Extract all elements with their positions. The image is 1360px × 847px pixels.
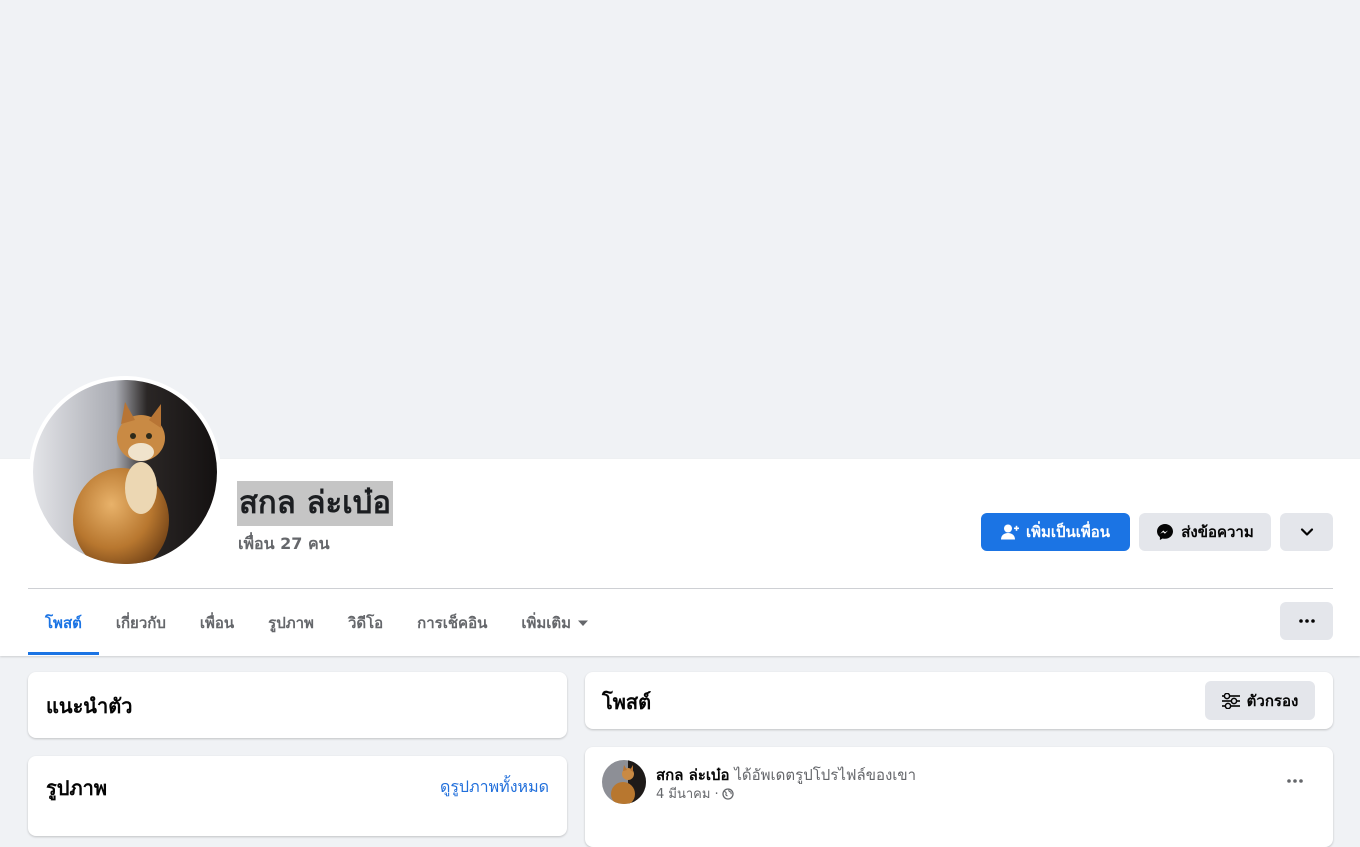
add-friend-icon (1000, 524, 1019, 540)
posts-title: โพสต์ (602, 690, 652, 714)
tab-about[interactable]: เกี่ยวกับ (99, 590, 183, 655)
see-all-photos-link[interactable]: ดูรูปภาพทั้งหมด (440, 775, 549, 800)
caret-down-icon (578, 620, 589, 626)
tab-label: เพิ่มเติม (521, 613, 572, 632)
tab-label: เพื่อน (199, 613, 235, 632)
tab-checkins[interactable]: การเช็คอิน (400, 590, 504, 655)
post-meta: 4 มีนาคม · (656, 783, 734, 804)
filter-button[interactable]: ตัวกรอง (1205, 681, 1315, 720)
tab-label: รูปภาพ (268, 613, 314, 632)
photos-title: รูปภาพ (46, 776, 108, 800)
post-options-button[interactable] (1275, 763, 1315, 799)
filter-label: ตัวกรอง (1246, 691, 1299, 710)
profile-name: สกล ล่ะเบ๋อ (237, 481, 394, 526)
post-card: สกล ล่ะเบ๋อ ได้อัพเดตรูปโปรไฟล์ของเขา 4 … (585, 747, 1333, 847)
post-author-link[interactable]: สกล ล่ะเบ๋อ (656, 766, 730, 784)
tab-more[interactable]: เพิ่มเติม (504, 590, 606, 655)
globe-icon (722, 787, 734, 800)
posts-header-card: โพสต์ ตัวกรอง (585, 672, 1333, 729)
tab-label: วิดีโอ (347, 613, 384, 632)
tab-friends[interactable]: เพื่อน (183, 590, 251, 655)
intro-title: แนะนำตัว (46, 694, 133, 718)
post-date[interactable]: 4 มีนาคม · (656, 783, 719, 804)
filter-sliders-icon (1221, 692, 1240, 709)
message-label: ส่งข้อความ (1181, 523, 1254, 541)
chevron-down-icon (1300, 528, 1313, 536)
profile-tabs: โพสต์ เกี่ยวกับ เพื่อน รูปภาพ วิดีโอ การ… (28, 590, 606, 655)
post-action-text: ได้อัพเดตรูปโปรไฟล์ของเขา (734, 766, 917, 784)
tab-label: โพสต์ (45, 613, 82, 632)
tab-options-button[interactable] (1280, 602, 1333, 640)
cover-photo (0, 0, 1360, 459)
message-button[interactable]: ส่งข้อความ (1139, 513, 1271, 551)
more-actions-button[interactable] (1280, 513, 1333, 551)
more-dots-icon (1287, 779, 1303, 783)
cat-photo-icon (602, 760, 646, 804)
tab-posts[interactable]: โพสต์ (28, 590, 99, 655)
profile-avatar[interactable] (33, 380, 217, 564)
intro-card: แนะนำตัว (28, 672, 567, 738)
more-dots-icon (1298, 619, 1315, 623)
cat-photo-icon (33, 380, 217, 564)
tab-label: เกี่ยวกับ (115, 613, 166, 632)
tab-photos[interactable]: รูปภาพ (251, 590, 331, 655)
header-divider (28, 588, 1333, 589)
post-avatar[interactable] (602, 760, 646, 804)
tab-videos[interactable]: วิดีโอ (331, 590, 400, 655)
tab-label: การเช็คอิน (417, 613, 488, 632)
friend-count[interactable]: เพื่อน 27 คน (238, 532, 330, 557)
photos-card: รูปภาพ ดูรูปภาพทั้งหมด (28, 756, 567, 836)
add-friend-button[interactable]: เพิ่มเป็นเพื่อน (981, 513, 1130, 551)
add-friend-label: เพิ่มเป็นเพื่อน (1025, 523, 1111, 541)
messenger-icon (1157, 524, 1174, 540)
